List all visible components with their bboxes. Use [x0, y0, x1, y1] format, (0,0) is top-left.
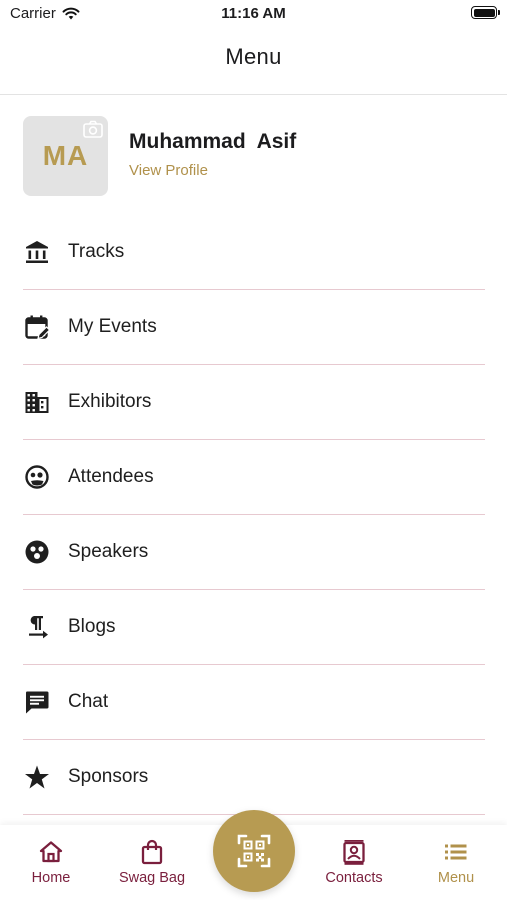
- home-icon: [39, 841, 63, 863]
- navigation-bar: Menu: [0, 28, 507, 95]
- tab-swag-bag[interactable]: Swag Bag: [107, 825, 197, 900]
- bag-icon: [141, 839, 163, 865]
- qr-scan-icon: [237, 834, 271, 868]
- calendar-edit-icon: [23, 313, 51, 341]
- speaker-face-icon: [23, 538, 51, 566]
- menu-item-label: Speakers: [68, 541, 149, 562]
- menu-item-label: My Events: [68, 316, 157, 337]
- battery-icon: [471, 6, 500, 19]
- menu-list-icon: [445, 844, 467, 860]
- menu-item-tracks[interactable]: Tracks: [23, 215, 485, 290]
- menu-item-chat[interactable]: Chat: [23, 665, 485, 740]
- paragraph-icon: [23, 613, 51, 641]
- tab-label: Menu: [437, 870, 475, 886]
- menu-item-sponsors[interactable]: Sponsors: [23, 740, 485, 815]
- menu-item-my-events[interactable]: My Events: [23, 290, 485, 365]
- menu-item-label: Exhibitors: [68, 391, 152, 412]
- profile-header: MA Muhammad Asif View Profile: [23, 116, 483, 196]
- menu-item-label: Sponsors: [68, 766, 149, 787]
- menu-item-label: Attendees: [68, 466, 154, 487]
- bank-icon: [23, 238, 51, 266]
- menu-item-exhibitors[interactable]: Exhibitors: [23, 365, 485, 440]
- menu-item-label: Tracks: [68, 241, 125, 262]
- face-icon: [23, 463, 51, 491]
- page-title: Menu: [225, 44, 282, 69]
- status-time: 11:16 AM: [221, 5, 286, 22]
- status-bar: Carrier 11:16 AM: [0, 0, 507, 28]
- menu-item-speakers[interactable]: Speakers: [23, 515, 485, 590]
- tab-contacts[interactable]: Contacts: [309, 825, 399, 900]
- profile-name: Muhammad Asif: [129, 130, 297, 153]
- menu-item-attendees[interactable]: Attendees: [23, 440, 485, 515]
- contacts-icon: [343, 840, 365, 865]
- menu-item-label: Blogs: [68, 616, 116, 637]
- scan-qr-button[interactable]: [213, 810, 295, 892]
- tab-menu[interactable]: Menu: [411, 825, 501, 900]
- menu-item-label: Chat: [68, 691, 109, 712]
- tab-label: Contacts: [325, 870, 383, 886]
- tab-home[interactable]: Home: [6, 825, 96, 900]
- chat-icon: [23, 688, 51, 716]
- star-icon: [23, 763, 51, 791]
- view-profile-link[interactable]: View Profile: [129, 162, 208, 179]
- avatar[interactable]: MA: [23, 116, 108, 196]
- tab-label: Home: [31, 870, 71, 886]
- tab-label: Swag Bag: [118, 870, 186, 886]
- menu-list: Tracks My Events Exhibitors Attendees Sp…: [23, 215, 485, 815]
- menu-item-blogs[interactable]: Blogs: [23, 590, 485, 665]
- camera-icon[interactable]: [83, 120, 103, 138]
- building-icon: [23, 388, 51, 416]
- avatar-initials: MA: [42, 140, 89, 171]
